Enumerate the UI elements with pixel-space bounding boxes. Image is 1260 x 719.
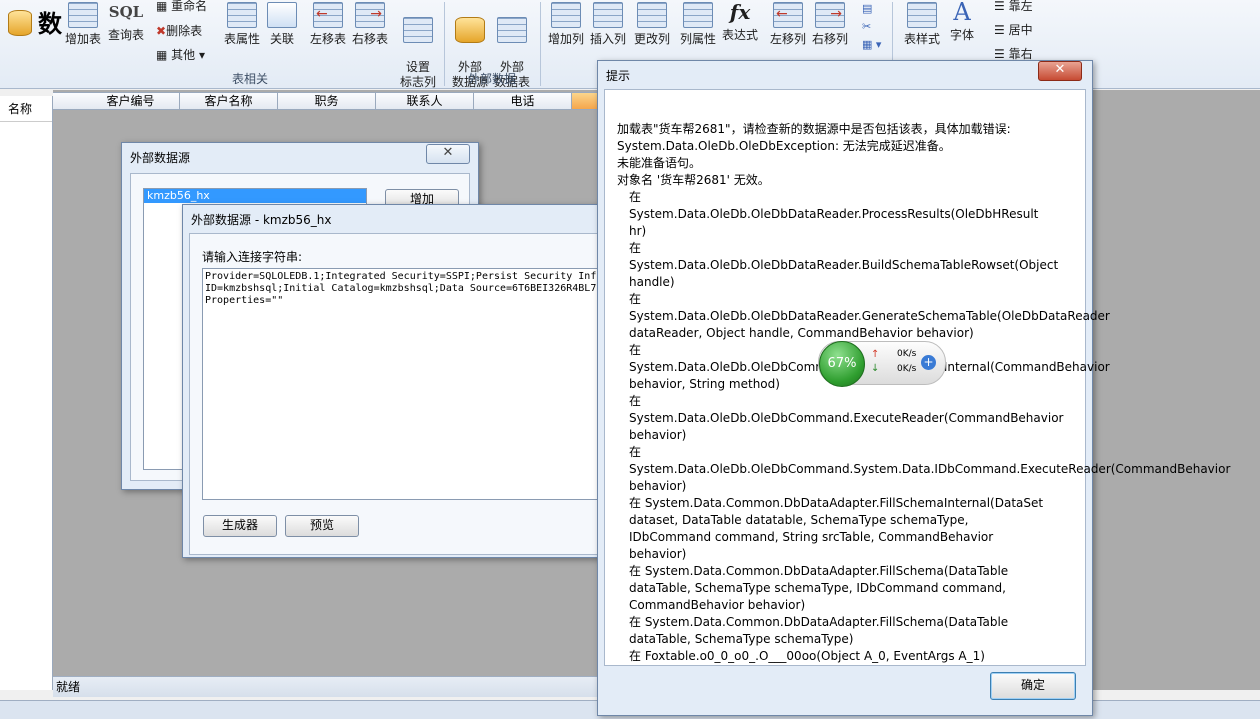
close-icon[interactable]: ✕ xyxy=(1038,61,1082,81)
grid-corner[interactable] xyxy=(53,92,83,110)
left-panel-header: 名称 xyxy=(0,96,52,122)
external-table-icon xyxy=(497,17,527,43)
stack-line: 在 System.Data.Common.DbDataAdapter.FillS… xyxy=(629,564,1009,612)
connection-string-input[interactable]: Provider=SQLOLEDB.1;Integrated Security=… xyxy=(202,268,608,500)
group-label-external: 外部数据 xyxy=(467,72,516,86)
error-line: System.Data.OleDb.OleDbException: 无法完成延迟… xyxy=(617,139,951,153)
insert-column-icon xyxy=(593,2,623,28)
table-props-icon xyxy=(227,2,257,28)
expression-button[interactable]: fx 表达式 xyxy=(718,0,762,43)
error-line: 对象名 '货车帮2681' 无效。 xyxy=(617,173,770,187)
prompt-label: 请输入连接字符串: xyxy=(202,250,303,264)
stack-line: 在 Foxtable.o0_0_o0_.O___00oo(Object A_0,… xyxy=(629,649,985,663)
error-line: 未能准备语句。 xyxy=(617,156,702,170)
add-column-icon xyxy=(551,2,581,28)
column-header[interactable]: 职务 xyxy=(278,92,376,110)
rename-icon: ▦ xyxy=(156,0,168,13)
move-right-column-button[interactable]: 右移列 xyxy=(808,2,852,47)
sql-icon: SQL xyxy=(108,3,144,21)
table-props-button[interactable]: 表属性 xyxy=(220,2,264,47)
column-header[interactable]: 客户名称 xyxy=(180,92,278,110)
small-tools-icons[interactable]: ▤ ✂ ▦ ▾ xyxy=(862,0,881,54)
relation-icon xyxy=(267,2,297,28)
stack-line: 在 System.Data.OleDb.OleDbDataReader.Buil… xyxy=(629,241,1059,289)
align-center-icon: ☰ xyxy=(994,23,1005,37)
insert-column-button[interactable]: 插入列 xyxy=(586,2,630,47)
change-column-icon xyxy=(637,2,667,28)
network-speed-widget[interactable]: 67% ↑ ↓ 0K/s 0K/s + xyxy=(818,341,946,387)
plus-icon[interactable]: + xyxy=(921,355,936,370)
flag-column-icon xyxy=(403,17,433,43)
close-icon[interactable]: ✕ xyxy=(426,144,470,164)
download-speed: 0K/s xyxy=(897,364,917,374)
stack-line: 在 System.Data.OleDb.OleDbCommand.Execute… xyxy=(629,394,1064,442)
relation-button[interactable]: 关联 xyxy=(262,2,302,47)
rename-button[interactable]: ▦ 重命名 xyxy=(156,0,207,14)
move-left-table-button[interactable]: 左移表 xyxy=(306,2,350,47)
ribbon-divider xyxy=(540,2,541,86)
ribbon-divider xyxy=(444,2,445,86)
table-icon xyxy=(68,2,98,28)
table-style-icon xyxy=(907,2,937,28)
arrow-left-icon xyxy=(313,2,343,28)
align-right-icon: ☰ xyxy=(994,47,1005,61)
table-style-button[interactable]: 表样式 xyxy=(900,2,944,47)
stack-line: 在 System.Data.Common.DbDataAdapter.FillS… xyxy=(629,496,1044,561)
error-line: 加载表"货车帮2681"，请检查新的数据源中是否包括该表，具体加载错误: xyxy=(617,122,1011,136)
download-arrow-icon: ↓ xyxy=(871,363,880,374)
fx-icon: fx xyxy=(729,0,751,24)
chevron-down-icon: ▾ xyxy=(199,48,206,62)
align-left-icon: ☰ xyxy=(994,0,1005,13)
add-column-button[interactable]: 增加列 xyxy=(544,2,588,47)
font-a-icon: A xyxy=(953,0,971,26)
preview-button[interactable]: 预览 xyxy=(285,515,359,537)
connection-string-dialog: 外部数据源 - kmzb56_hx 请输入连接字符串: Provider=SQL… xyxy=(182,204,608,558)
other-dropdown[interactable]: ▦ 其他 ▾ xyxy=(156,46,205,63)
column-header[interactable]: 客户编号 xyxy=(82,92,180,110)
column-props-icon xyxy=(683,2,713,28)
dialog-title: 外部数据源 xyxy=(130,151,191,165)
left-panel: 名称 xyxy=(0,96,53,690)
stack-line: 在 System.Data.OleDb.OleDbDataReader.Gene… xyxy=(629,292,1110,340)
upload-arrow-icon: ↑ xyxy=(871,349,880,360)
arrow-right-icon xyxy=(815,2,845,28)
align-left-button[interactable]: ☰ 靠左 xyxy=(994,0,1033,14)
delete-table-button[interactable]: ✖删除表 xyxy=(156,22,202,39)
app-database-icon xyxy=(8,10,32,36)
ok-button[interactable]: 确定 xyxy=(990,672,1076,700)
upload-speed: 0K/s xyxy=(897,349,917,359)
query-table-button[interactable]: SQL 查询表 xyxy=(104,0,148,43)
other-icon: ▦ xyxy=(156,48,168,62)
change-column-button[interactable]: 更改列 xyxy=(630,2,674,47)
group-label-table: 表相关 xyxy=(231,72,268,86)
stack-line: 在 System.Data.OleDb.OleDbCommand.System.… xyxy=(629,445,1231,493)
dialog-title: 外部数据源 - kmzb56_hx xyxy=(191,213,332,227)
list-item[interactable]: kmzb56_hx xyxy=(144,189,366,203)
move-right-table-button[interactable]: 右移表 xyxy=(348,2,392,47)
font-button[interactable]: A 字体 xyxy=(942,0,982,43)
add-table-button[interactable]: 增加表 xyxy=(60,2,106,47)
status-bar: 就绪 xyxy=(53,676,601,697)
move-left-column-button[interactable]: 左移列 xyxy=(766,2,810,47)
usage-percent: 67% xyxy=(819,341,865,387)
align-center-button[interactable]: ☰ 居中 xyxy=(994,21,1033,38)
app-title-char: 数 xyxy=(38,10,62,38)
arrow-left-icon xyxy=(773,2,803,28)
arrow-right-icon xyxy=(355,2,385,28)
dialog-title: 提示 xyxy=(606,69,631,83)
database-icon xyxy=(455,17,485,43)
stack-line: 在 System.Data.OleDb.OleDbDataReader.Proc… xyxy=(629,190,1039,238)
error-message: 加载表"货车帮2681"，请检查新的数据源中是否包括该表，具体加载错误: Sys… xyxy=(617,121,1231,665)
generator-button[interactable]: 生成器 xyxy=(203,515,277,537)
column-props-button[interactable]: 列属性 xyxy=(676,2,720,47)
column-header[interactable]: 电话 xyxy=(474,92,572,110)
column-header[interactable]: 联系人 xyxy=(376,92,474,110)
delete-icon: ✖ xyxy=(156,24,167,38)
stack-line: 在 System.Data.Common.DbDataAdapter.FillS… xyxy=(629,615,1009,646)
